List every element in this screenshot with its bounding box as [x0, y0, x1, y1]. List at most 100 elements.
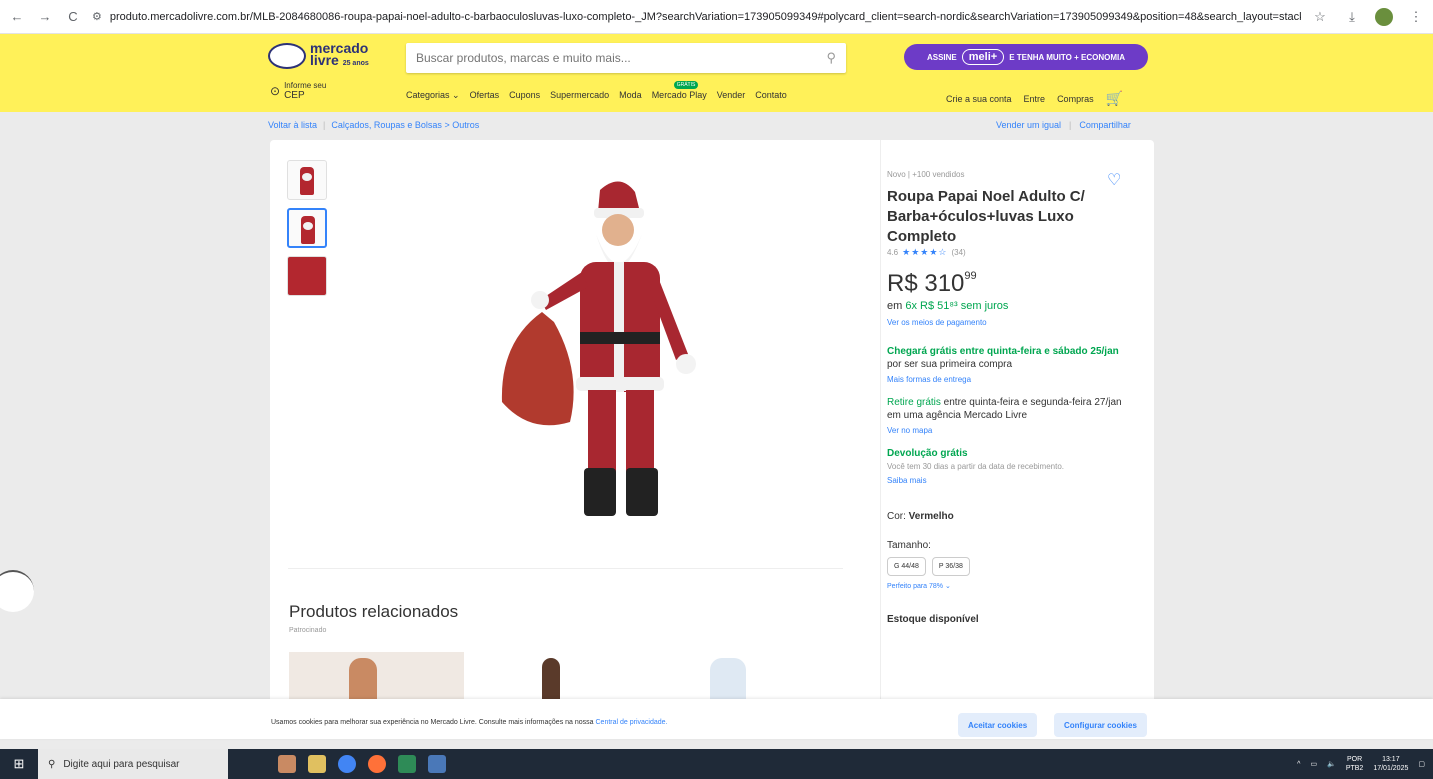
payment-methods-link[interactable]: Ver os meios de pagamento [887, 318, 1142, 327]
share-link[interactable]: Compartilhar [1079, 120, 1131, 130]
site-info-icon[interactable]: ⚙ [92, 10, 102, 23]
return-text: Você tem 30 dias a partir da data de rec… [887, 462, 1064, 471]
taskbar-search-icon: ⚲ [48, 758, 56, 770]
forward-button[interactable]: → [36, 9, 54, 24]
category-path-link[interactable]: Calçados, Roupas e Bolsas > Outros [331, 120, 479, 130]
product-rating[interactable]: 4.6 ★★★★☆ (34) [887, 247, 1142, 258]
nav-contato[interactable]: Contato [755, 90, 787, 101]
nav-mercado-play[interactable]: GRÁTIS Mercado Play [652, 81, 707, 101]
network-icon[interactable]: ▭ [1310, 760, 1317, 768]
privacy-center-link[interactable]: Central de privacidade. [596, 719, 668, 726]
accept-cookies-button[interactable]: Aceitar cookies [958, 713, 1038, 737]
breadcrumb: Voltar à lista | Calçados, Roupas e Bols… [268, 120, 479, 130]
related-product-1[interactable] [289, 652, 464, 702]
fit-link[interactable]: Perfeito para 78% ⌄ [887, 582, 1142, 590]
shipping-info: Chegará grátis entre quinta-feira e sába… [887, 345, 1127, 386]
search-input[interactable] [416, 51, 827, 65]
notification-icon[interactable]: ▢ [1418, 760, 1425, 768]
shipping-free-text: Chegará grátis entre quinta-feira e sába… [887, 346, 1119, 357]
thumbnail-2[interactable] [287, 208, 327, 248]
related-product-3[interactable] [650, 652, 825, 702]
handshake-icon [268, 43, 306, 69]
back-to-list-link[interactable]: Voltar à lista [268, 120, 317, 130]
color-value: Vermelho [908, 511, 954, 522]
bookmark-star-icon[interactable]: ☆ [1311, 9, 1329, 25]
condition-sold: Novo | +100 vendidos [887, 170, 965, 179]
installments-prefix: em [887, 300, 903, 312]
size-option-g[interactable]: G 44/48 [887, 557, 926, 576]
heart-icon[interactable]: ♡ [1107, 170, 1121, 190]
cookie-text: Usamos cookies para melhorar sua experiê… [271, 719, 668, 726]
reload-button[interactable]: C [64, 9, 82, 24]
nav-supermercado[interactable]: Supermercado [550, 90, 609, 101]
back-button[interactable]: ← [8, 9, 26, 24]
download-icon[interactable]: ⤓ [1343, 9, 1361, 25]
size-option-p[interactable]: P 36/38 [931, 557, 970, 576]
nav-ofertas[interactable]: Ofertas [470, 90, 500, 101]
blue-app-icon[interactable] [428, 755, 446, 773]
promo-assine: ASSINE [926, 52, 957, 62]
url-text: produto.mercadolivre.com.br/MLB-20846800… [109, 10, 1301, 23]
price: R$ 31099 [887, 270, 1142, 298]
main-nav: Categorias ⌄ Ofertas Cupons Supermercado… [406, 81, 787, 101]
thumbnail-santa-image [300, 167, 314, 195]
mercado-livre-logo[interactable]: mercado livre 25 anos [268, 41, 369, 70]
related-product-image [710, 658, 746, 702]
site-header: mercado livre 25 anos ⚲ ASSINE meli+ E T… [0, 34, 1433, 112]
create-account-link[interactable]: Crie a sua conta [946, 94, 1012, 104]
price-main: R$ 310 [887, 270, 965, 297]
logo-line2: livre [310, 52, 339, 68]
meli-plus-banner[interactable]: ASSINE meli+ E TENHA MUITO + ECONOMIA [904, 44, 1148, 70]
product-info-column: Novo | +100 vendidos ♡ Roupa Papai Noel … [880, 140, 1142, 710]
nav-categorias[interactable]: Categorias ⌄ [406, 90, 460, 101]
windows-start-icon[interactable]: ⊞ [0, 749, 38, 779]
taskbar-apps [278, 755, 446, 773]
product-main-image[interactable] [470, 172, 740, 522]
profile-avatar[interactable] [1375, 7, 1393, 26]
thumbnail-1[interactable] [287, 160, 327, 200]
pinned-app-icon[interactable] [278, 755, 296, 773]
nav-vender[interactable]: Vender [717, 90, 746, 101]
installments-value: 6x R$ 51⁸³ sem juros [905, 300, 1009, 312]
file-explorer-icon[interactable] [308, 755, 326, 773]
taskbar-search[interactable]: ⚲ Digite aqui para pesquisar [38, 749, 228, 779]
chrome-icon[interactable] [338, 755, 356, 773]
related-products-title: Produtos relacionados [289, 602, 459, 621]
tray-chevron-icon[interactable]: ^ [1297, 761, 1300, 768]
address-bar[interactable]: ⚙ produto.mercadolivre.com.br/MLB-208468… [92, 5, 1301, 29]
login-link[interactable]: Entre [1024, 94, 1046, 104]
lang-line2: PTB2 [1345, 765, 1364, 772]
search-icon[interactable]: ⚲ [826, 50, 836, 66]
purchases-link[interactable]: Compras [1057, 94, 1094, 104]
cep-line2: CEP [284, 90, 305, 101]
clock-time: 13:17 [1382, 756, 1400, 763]
learn-more-link[interactable]: Saiba mais [887, 474, 1127, 487]
map-link[interactable]: Ver no mapa [887, 424, 1127, 437]
firefox-icon[interactable] [368, 755, 386, 773]
related-product-2[interactable] [470, 652, 645, 702]
browser-toolbar: ← → C ⚙ produto.mercadolivre.com.br/MLB-… [0, 0, 1433, 34]
product-card: Produtos relacionados Patrocinado Novo |… [270, 140, 1154, 710]
location-pin-icon: ⊙ [270, 84, 281, 98]
free-badge: GRÁTIS [673, 81, 699, 89]
installments: em 6x R$ 51⁸³ sem juros [887, 300, 1142, 312]
sponsored-label: Patrocinado [289, 627, 327, 634]
system-tray: ^ ▭ 🔈 POR PTB2 13:17 17/01/2025 ▢ [1297, 755, 1425, 773]
configure-cookies-button[interactable]: Configurar cookies [1054, 713, 1147, 737]
shipping-options-link[interactable]: Mais formas de entrega [887, 373, 1127, 386]
thumbnail-3[interactable] [287, 256, 327, 296]
price-cents: 99 [964, 270, 977, 282]
cep-selector[interactable]: ⊙ Informe seu CEP [270, 81, 326, 101]
browser-menu-icon[interactable]: ⋮ [1407, 9, 1425, 25]
nav-moda[interactable]: Moda [619, 90, 642, 101]
cart-icon[interactable]: 🛒 [1106, 90, 1123, 107]
sell-similar-link[interactable]: Vender um igual [996, 120, 1061, 130]
language-indicator[interactable]: POR PTB2 [1346, 755, 1364, 773]
clock[interactable]: 13:17 17/01/2025 [1373, 755, 1408, 773]
nav-cupons[interactable]: Cupons [509, 90, 540, 101]
green-app-icon[interactable] [398, 755, 416, 773]
logo-years: 25 anos [342, 60, 369, 67]
section-divider [288, 568, 843, 569]
promo-meli: meli+ [961, 49, 1005, 65]
volume-icon[interactable]: 🔈 [1327, 760, 1336, 768]
